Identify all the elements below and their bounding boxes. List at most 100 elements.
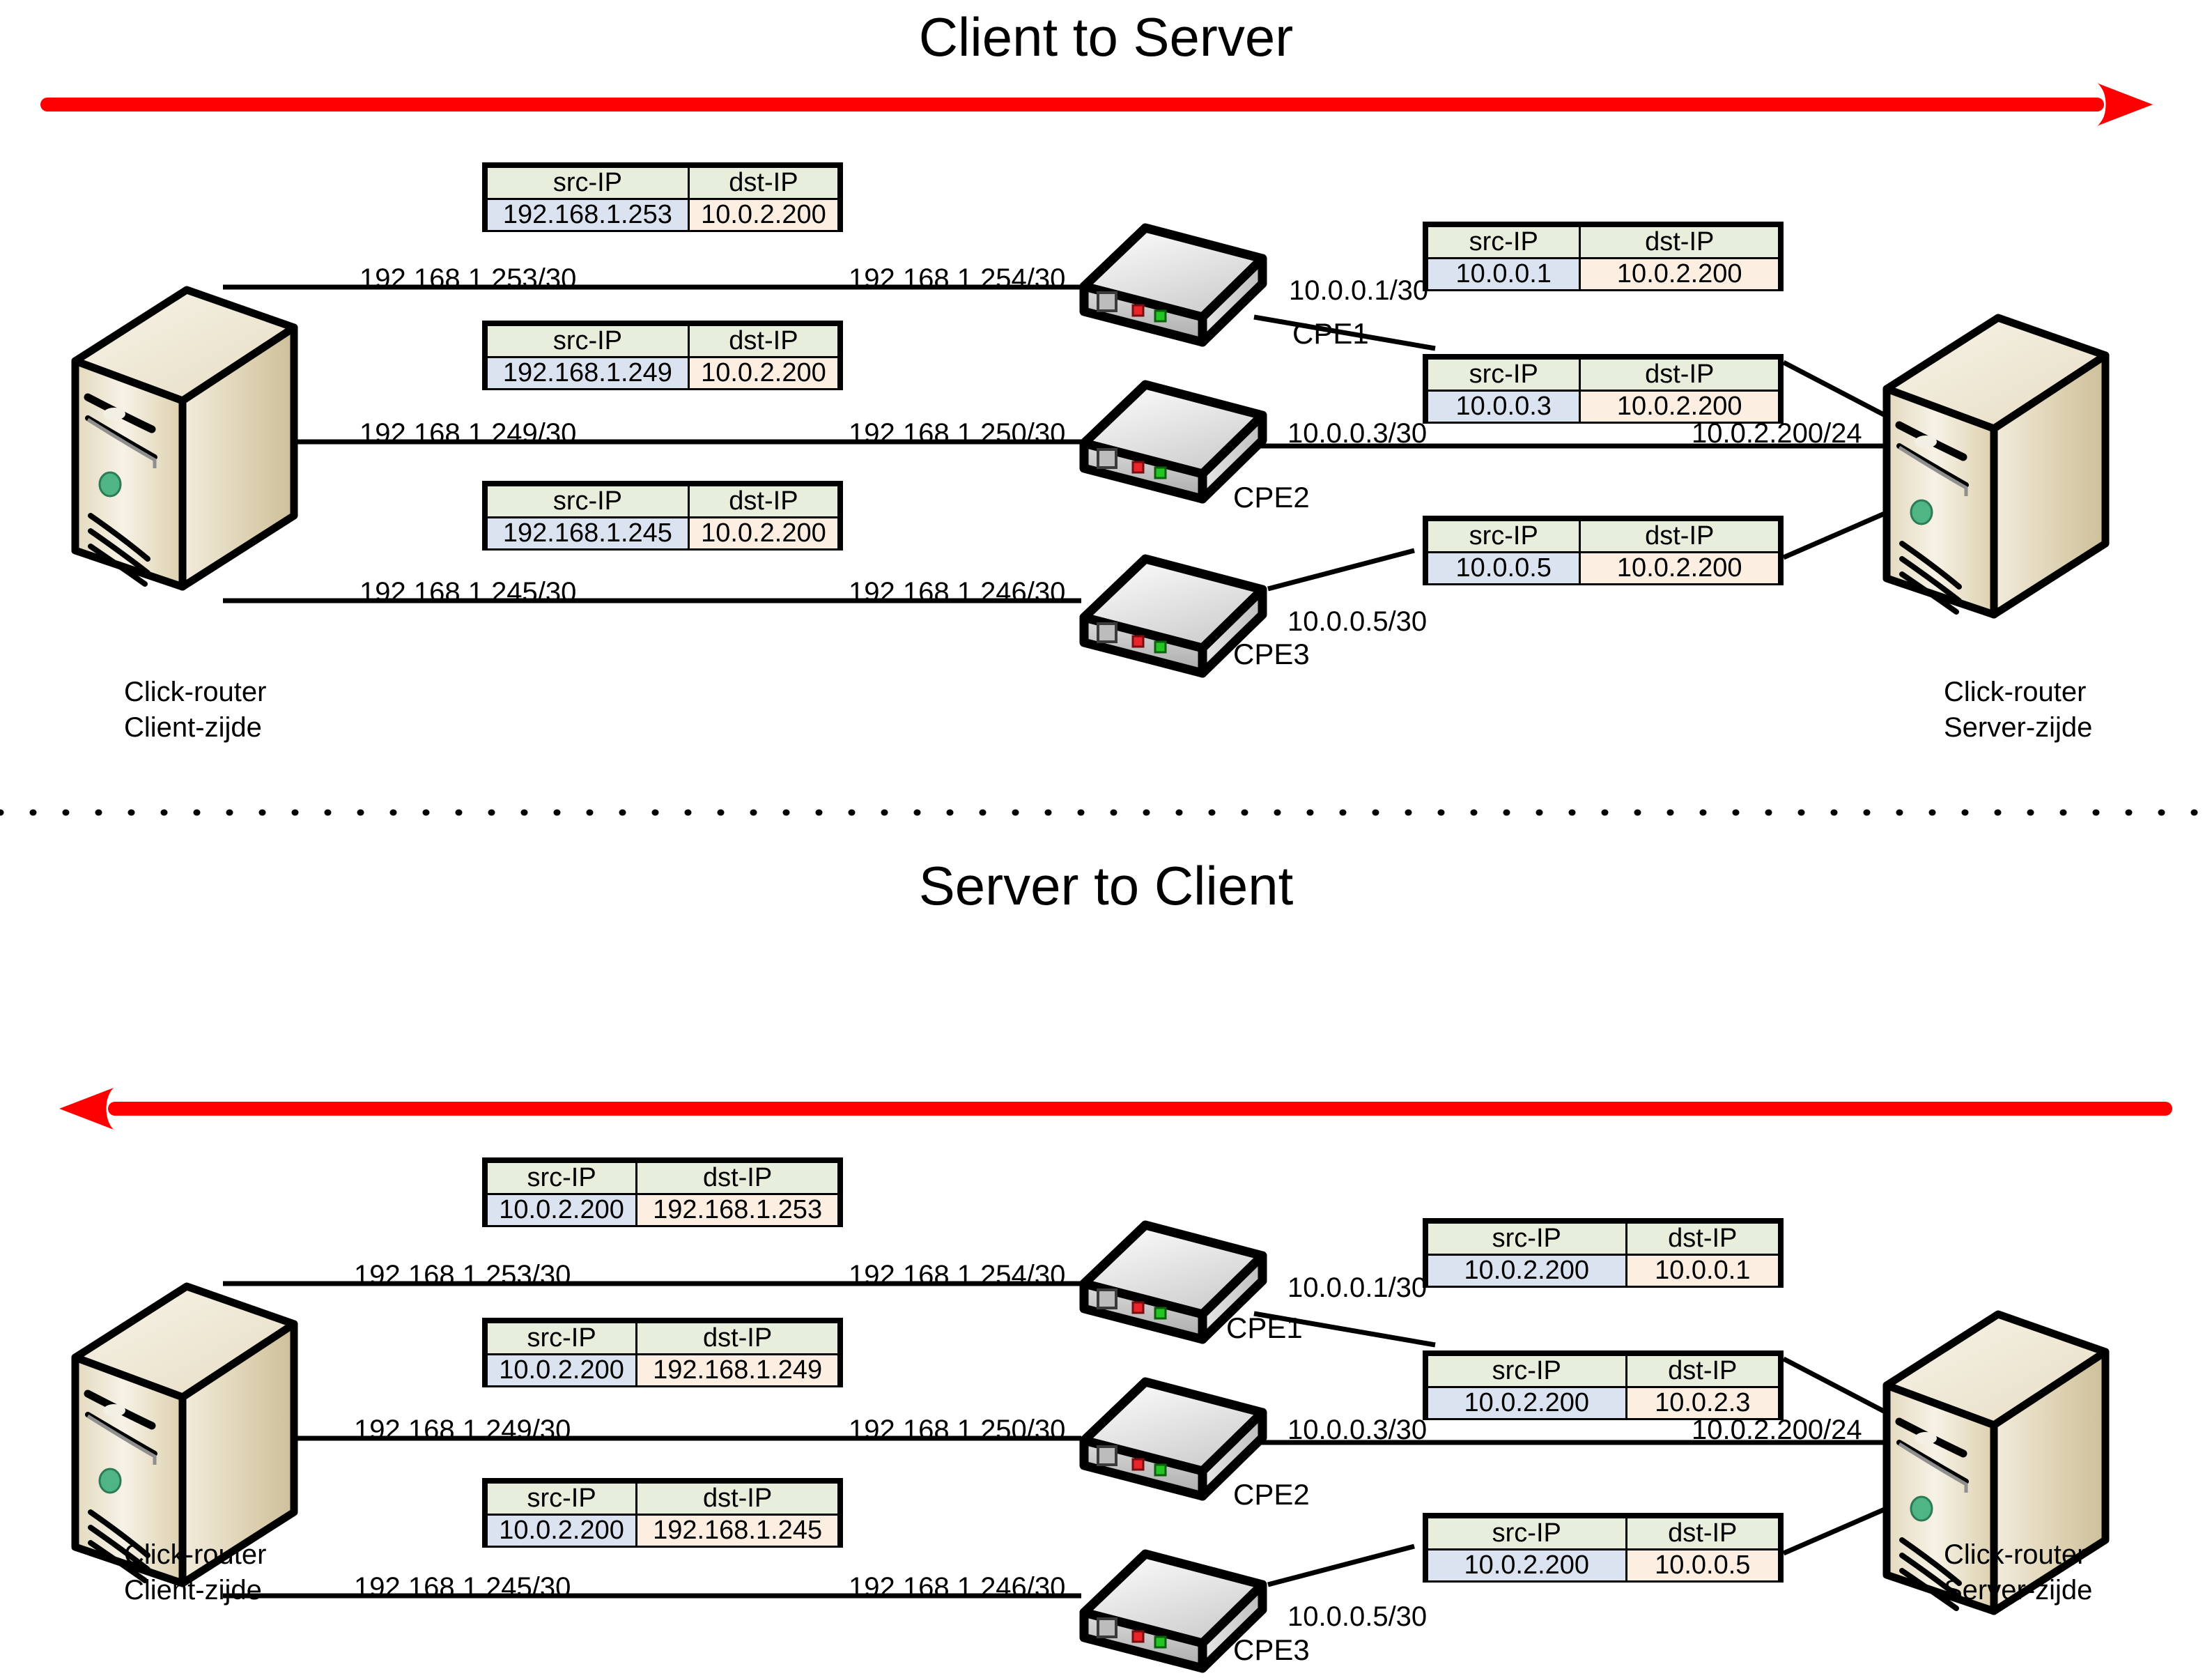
packet-table-right-3: src-IP dst-IP 10.0.0.5 10.0.2.200 — [1423, 516, 1784, 585]
cell-src-ip: 192.168.1.249 — [486, 356, 690, 390]
caption-line-2: Client-zijde — [124, 712, 262, 744]
page-title-client-to-server: Client to Server — [918, 6, 1294, 68]
cell-dst-ip: 192.168.1.249 — [635, 1353, 840, 1387]
cell-dst-ip: 10.0.0.5 — [1625, 1548, 1781, 1583]
packet-table-right-2: src-IP dst-IP 10.0.2.200 10.0.2.3 — [1423, 1350, 1784, 1420]
cell-src-ip: 10.0.0.3 — [1425, 390, 1581, 424]
link-label-mid-2: 192.168.1.250/30 — [849, 1415, 1066, 1445]
header-src-ip: src-IP — [1425, 225, 1581, 259]
flow-arrow-right — [40, 82, 2154, 127]
caption-line-1: Click-router — [1944, 677, 2087, 707]
packet-table-left-1: src-IP dst-IP 192.168.1.253 10.0.2.200 — [482, 162, 843, 232]
header-src-ip: src-IP — [485, 1321, 638, 1355]
header-dst-ip: dst-IP — [1579, 519, 1780, 553]
link-label-left-2: 192.168.1.249/30 — [354, 1415, 571, 1445]
cell-src-ip: 10.0.0.5 — [1425, 551, 1581, 585]
packet-table-right-1: src-IP dst-IP 10.0.0.1 10.0.2.200 — [1423, 222, 1784, 291]
header-src-ip: src-IP — [486, 484, 690, 518]
header-dst-ip: dst-IP — [687, 324, 840, 358]
caption-line-1: Click-router — [1944, 1539, 2087, 1570]
caption-line-2: Server-zijde — [1944, 712, 2093, 744]
cell-dst-ip: 10.0.2.200 — [1579, 551, 1780, 585]
header-dst-ip: dst-IP — [1579, 225, 1780, 259]
link-label-mid-3: 192.168.1.246/30 — [849, 1572, 1066, 1603]
header-dst-ip: dst-IP — [1625, 1516, 1781, 1550]
header-src-ip: src-IP — [486, 166, 690, 200]
cell-dst-ip: 10.0.2.200 — [687, 198, 840, 232]
cell-src-ip: 192.168.1.253 — [486, 198, 690, 232]
header-src-ip: src-IP — [1426, 1222, 1627, 1256]
cell-dst-ip: 192.168.1.245 — [635, 1514, 840, 1548]
click-router-client-side-label: Click-router Client-zijde — [124, 1537, 266, 1608]
link-label-right-1: 10.0.0.1/30 — [1287, 1272, 1428, 1303]
cpe2-label: CPE2 — [1233, 481, 1310, 514]
cell-src-ip: 10.0.2.200 — [485, 1193, 638, 1227]
caption-line-2: Client-zijde — [124, 1575, 262, 1606]
packet-table-left-3: src-IP dst-IP 10.0.2.200 192.168.1.245 — [482, 1478, 843, 1548]
link-label-right-3: 10.0.0.5/30 — [1287, 1601, 1428, 1632]
header-dst-ip: dst-IP — [1625, 1222, 1781, 1256]
packet-table-left-1: src-IP dst-IP 10.0.2.200 192.168.1.253 — [482, 1157, 843, 1227]
packet-table-right-3: src-IP dst-IP 10.0.2.200 10.0.0.5 — [1423, 1513, 1784, 1583]
packet-table-right-1: src-IP dst-IP 10.0.2.200 10.0.0.1 — [1423, 1218, 1784, 1288]
click-router-client-side-icon — [70, 286, 300, 592]
caption-line-1: Click-router — [124, 677, 267, 707]
section-server-to-client: Server to Client Click-router Client-zij… — [0, 813, 2212, 1673]
header-dst-ip: dst-IP — [687, 484, 840, 518]
header-dst-ip: dst-IP — [635, 1481, 840, 1516]
packet-table-left-3: src-IP dst-IP 192.168.1.245 10.0.2.200 — [482, 481, 843, 551]
link-label-mid-2: 192.168.1.250/30 — [849, 418, 1066, 449]
link-label-left-2: 192.168.1.249/30 — [359, 418, 577, 449]
caption-line-2: Server-zijde — [1944, 1575, 2093, 1606]
page-title-server-to-client: Server to Client — [918, 855, 1294, 916]
link-label-left-1: 192.168.1.253/30 — [359, 263, 577, 294]
cpe3-label: CPE3 — [1233, 638, 1310, 670]
cell-dst-ip: 10.0.2.200 — [687, 356, 840, 390]
cell-dst-ip: 10.0.2.200 — [1579, 390, 1780, 424]
link-label-right-2: 10.0.0.3/30 — [1287, 418, 1428, 449]
header-src-ip: src-IP — [1426, 1516, 1627, 1550]
cpe1-icon — [1073, 220, 1275, 352]
click-router-client-side-label: Click-router Client-zijde — [124, 675, 266, 746]
link-label-mid-1: 192.168.1.254/30 — [849, 1260, 1066, 1291]
header-dst-ip: dst-IP — [687, 166, 840, 200]
click-router-server-side-icon — [1881, 314, 2111, 620]
cell-dst-ip: 10.0.2.3 — [1625, 1386, 1781, 1420]
cpe1-label: CPE1 — [1292, 317, 1369, 350]
diagram-canvas: Client to Server Click-router Client-zij… — [0, 0, 2212, 1673]
cell-dst-ip: 10.0.0.1 — [1625, 1254, 1781, 1288]
link-label-mid-1: 192.168.1.254/30 — [849, 263, 1066, 294]
packet-table-right-2: src-IP dst-IP 10.0.0.3 10.0.2.200 — [1423, 354, 1784, 424]
cell-src-ip: 192.168.1.245 — [486, 516, 690, 551]
header-src-ip: src-IP — [1425, 357, 1581, 392]
cell-src-ip: 10.0.2.200 — [1426, 1386, 1627, 1420]
cell-dst-ip: 192.168.1.253 — [635, 1193, 840, 1227]
cell-dst-ip: 10.0.2.200 — [687, 516, 840, 551]
header-src-ip: src-IP — [485, 1481, 638, 1516]
link-label-left-3: 192.168.1.245/30 — [354, 1572, 571, 1603]
header-src-ip: src-IP — [1426, 1354, 1627, 1388]
link-label-right-1: 10.0.0.1/30 — [1289, 275, 1429, 306]
link-label-right-2: 10.0.0.3/30 — [1287, 1415, 1428, 1445]
link-label-left-1: 192.168.1.253/30 — [354, 1260, 571, 1291]
packet-table-left-2: src-IP dst-IP 192.168.1.249 10.0.2.200 — [482, 321, 843, 390]
cell-src-ip: 10.0.2.200 — [485, 1514, 638, 1548]
cell-src-ip: 10.0.2.200 — [1426, 1254, 1627, 1288]
header-dst-ip: dst-IP — [635, 1321, 840, 1355]
packet-table-left-2: src-IP dst-IP 10.0.2.200 192.168.1.249 — [482, 1318, 843, 1387]
link-label-left-3: 192.168.1.245/30 — [359, 577, 577, 608]
cell-src-ip: 10.0.2.200 — [485, 1353, 638, 1387]
flow-arrow-left — [59, 1088, 2172, 1130]
cpe1-label: CPE1 — [1226, 1311, 1303, 1344]
header-dst-ip: dst-IP — [635, 1161, 840, 1195]
header-src-ip: src-IP — [1425, 519, 1581, 553]
cpe3-label: CPE3 — [1233, 1633, 1310, 1666]
header-src-ip: src-IP — [485, 1161, 638, 1195]
section-client-to-server: Client to Server Click-router Client-zij… — [0, 0, 2212, 808]
click-router-server-side-label: Click-router Server-zijde — [1944, 1537, 2092, 1608]
cell-src-ip: 10.0.2.200 — [1426, 1548, 1627, 1583]
header-dst-ip: dst-IP — [1579, 357, 1780, 392]
header-src-ip: src-IP — [486, 324, 690, 358]
header-dst-ip: dst-IP — [1625, 1354, 1781, 1388]
cell-dst-ip: 10.0.2.200 — [1579, 257, 1780, 291]
